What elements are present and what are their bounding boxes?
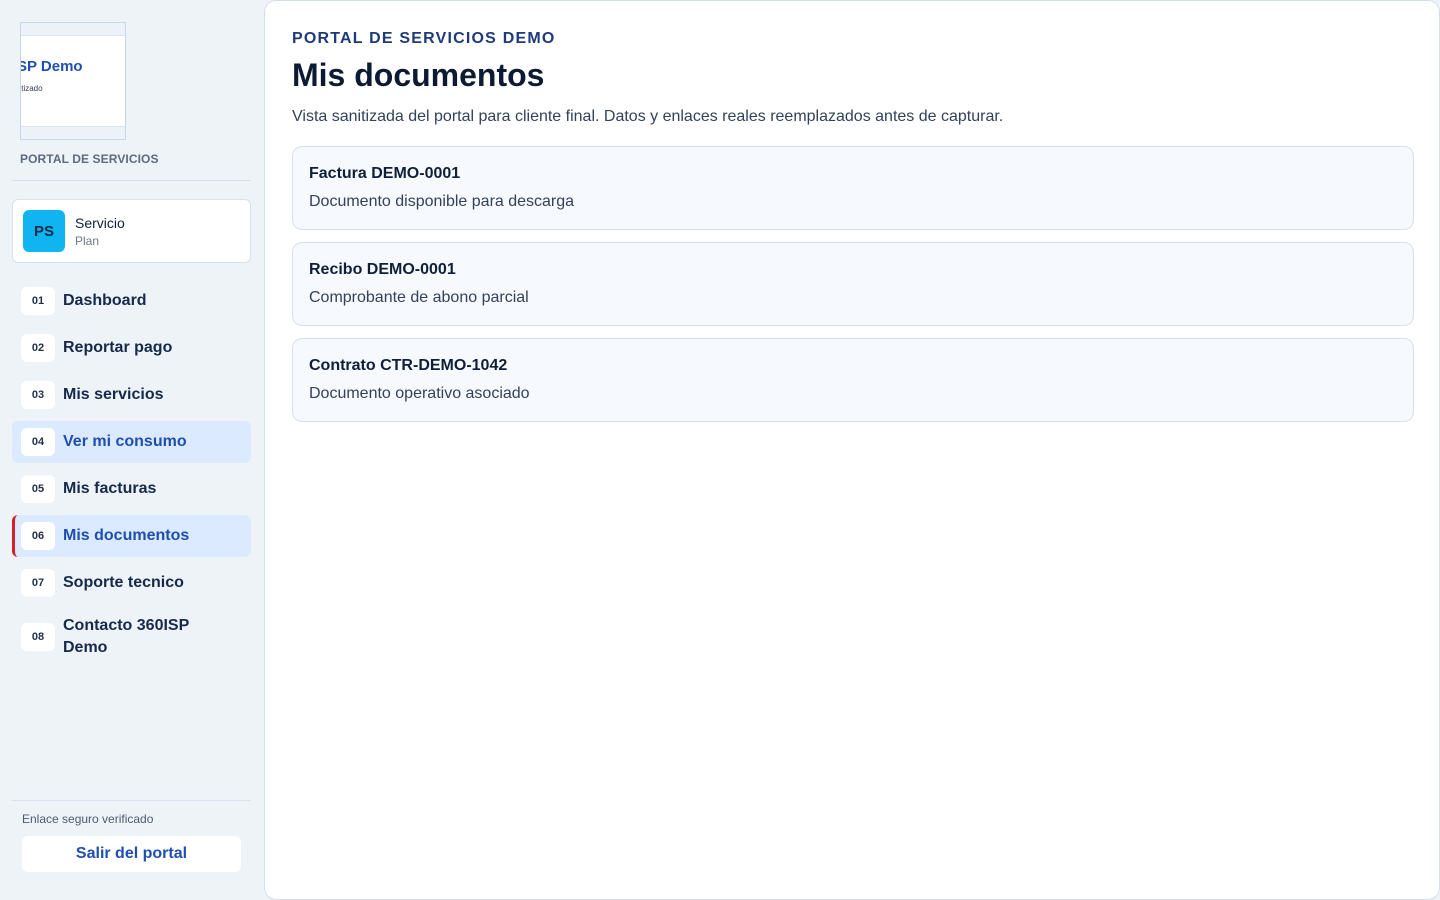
plan-name: Servicio: [75, 215, 125, 231]
brand-caption: PORTAL DE SERVICIOS: [20, 152, 159, 166]
nav-item-number: 01: [21, 287, 55, 315]
sidebar-item-soporte-tecnico[interactable]: 07 Soporte tecnico: [12, 562, 251, 604]
document-card-factura[interactable]: Factura DEMO-0001 Documento disponible p…: [292, 146, 1414, 230]
brand-logo[interactable]: SP Demo nitizado: [20, 22, 126, 140]
document-description: Comprobante de abono parcial: [309, 289, 529, 306]
main-panel: PORTAL DE SERVICIOS DEMO Mis documentos …: [264, 0, 1440, 900]
nav-item-label: Contacto 360ISP Demo: [63, 617, 189, 656]
avatar: PS: [23, 210, 65, 252]
sidebar-item-mis-servicios[interactable]: 03 Mis servicios: [12, 374, 251, 416]
nav-item-label: Ver mi consumo: [63, 433, 187, 450]
logo-title: SP Demo: [20, 58, 83, 75]
nav-item-number: 05: [21, 475, 55, 503]
nav-item-label: Mis facturas: [63, 480, 157, 497]
nav-item-number: 03: [21, 381, 55, 409]
sidebar-divider-top: [12, 180, 251, 181]
nav-item-number: 07: [21, 569, 55, 597]
page-subtitle: Vista sanitizada del portal para cliente…: [292, 108, 1004, 125]
nav-item-number: 02: [21, 334, 55, 362]
sidebar-item-mis-documentos[interactable]: 06 Mis documentos: [12, 515, 251, 557]
document-title: Contrato CTR-DEMO-1042: [309, 357, 508, 374]
logo-subtitle: nitizado: [21, 84, 43, 93]
plan-subtitle: Plan: [75, 234, 100, 248]
nav-item-label: Reportar pago: [63, 339, 173, 356]
nav-item-label: Dashboard: [63, 292, 147, 309]
nav-item-label: Soporte tecnico: [63, 574, 184, 591]
document-card-contrato[interactable]: Contrato CTR-DEMO-1042 Documento operati…: [292, 338, 1414, 422]
sidebar-nav: 01 Dashboard 02 Reportar pago 03 Mis ser…: [12, 280, 251, 670]
portal-eyebrow: PORTAL DE SERVICIOS DEMO: [292, 30, 556, 47]
sidebar-item-contacto[interactable]: 08 Contacto 360ISP Demo: [12, 609, 251, 665]
logo-band-bottom: [21, 126, 125, 139]
document-title: Recibo DEMO-0001: [309, 261, 456, 278]
plan-card: PS Servicio Plan: [12, 199, 251, 263]
logout-button[interactable]: Salir del portal: [22, 836, 241, 872]
document-description: Documento operativo asociado: [309, 385, 530, 402]
document-title: Factura DEMO-0001: [309, 165, 461, 182]
document-description: Documento disponible para descarga: [309, 193, 575, 210]
secure-link-status: Enlace seguro verificado: [22, 812, 154, 826]
sidebar-item-ver-mi-consumo[interactable]: 04 Ver mi consumo: [12, 421, 251, 463]
nav-item-number: 08: [21, 623, 55, 651]
nav-item-number: 04: [21, 428, 55, 456]
sidebar-item-dashboard[interactable]: 01 Dashboard: [12, 280, 251, 322]
nav-item-number: 06: [21, 522, 55, 550]
logo-band-top: [21, 23, 125, 36]
sidebar-divider-bottom: [12, 800, 251, 801]
sidebar-item-reportar-pago[interactable]: 02 Reportar pago: [12, 327, 251, 369]
nav-item-label: Mis documentos: [63, 527, 190, 544]
document-list: Factura DEMO-0001 Documento disponible p…: [292, 146, 1414, 434]
sidebar: SP Demo nitizado PORTAL DE SERVICIOS PS …: [0, 0, 264, 900]
sidebar-item-mis-facturas[interactable]: 05 Mis facturas: [12, 468, 251, 510]
page-title: Mis documentos: [292, 57, 545, 93]
nav-item-label: Mis servicios: [63, 386, 164, 403]
document-card-recibo[interactable]: Recibo DEMO-0001 Comprobante de abono pa…: [292, 242, 1414, 326]
